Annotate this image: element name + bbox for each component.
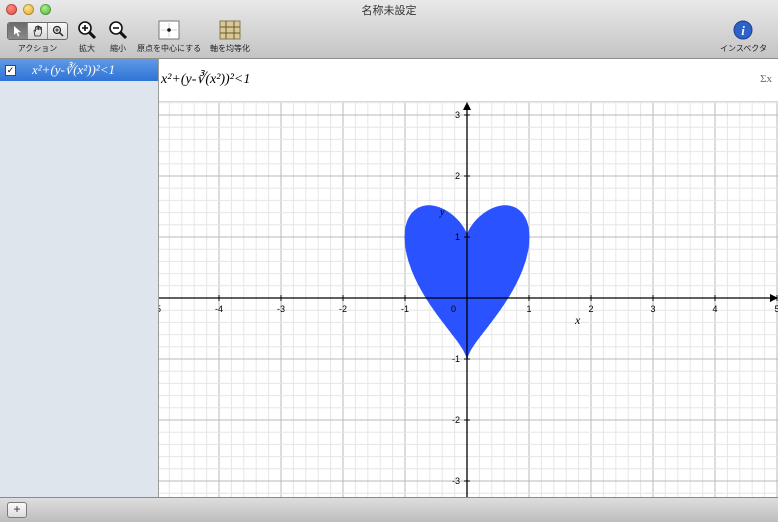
zoom-in-button[interactable]: 拡大 [76,20,98,54]
x-tick-label: 1 [526,304,531,314]
y-tick-label: 3 [455,110,460,120]
equation-text: x²+(y-∛(x²))²<1 [161,72,251,87]
equalize-axes-label: 軸を均等化 [210,44,250,53]
x-tick-label: 4 [712,304,717,314]
equation-checkbox[interactable]: ✓ [5,64,16,76]
x-tick-label: 2 [588,304,593,314]
add-equation-button[interactable]: + [7,502,27,518]
y-axis-label: y [439,207,445,218]
equation-list-item[interactable]: ✓ x²+(y-∛(x²))²<1 [0,59,158,81]
y-tick-label: -1 [452,354,460,364]
sigma-icon[interactable]: Σx [760,73,772,85]
zoom-in-icon [76,20,98,40]
zoom-out-label: 縮小 [110,44,126,53]
window-title: 名称未設定 [361,5,417,17]
equalize-axes-icon [219,20,241,40]
action-label: アクション [17,44,58,53]
pointer-icon[interactable] [8,23,28,39]
graph-canvas[interactable]: -5 -4 -3 -2 -1 1 2 3 4 5 3 2 1 0 -1 -2 -3 x y [159,102,778,497]
x-tick-label: -5 [159,304,161,314]
equation-list: ✓ x²+(y-∛(x²))²<1 [0,59,159,497]
zoom-out-icon [107,20,129,40]
magnifier-icon[interactable] [48,23,67,39]
x-tick-label: -4 [215,304,223,314]
action-tool-group: アクション [7,22,68,54]
y-tick-label: 0 [451,304,456,314]
y-tick-label: -2 [452,415,460,425]
graph-area: x²+(y-∛(x²))²<1 Σx -5 -4 -3 -2 -1 1 2 3 4 5 3 2 1 0 -1… [159,59,778,497]
zoom-out-button[interactable]: 縮小 [107,20,129,54]
center-origin-label: 原点を中心にする [137,44,202,53]
equation-editor[interactable]: x²+(y-∛(x²))²<1 Σx [159,59,778,102]
action-segmented-control [7,22,68,40]
equation-item-text: x²+(y-∛(x²))²<1 [32,62,115,77]
x-tick-label: 5 [774,304,778,314]
window: 名称未設定 アクション 拡大 縮小 原点を中心にする 軸を均等化 i インスペク… [0,0,778,522]
info-icon: i [732,20,754,40]
y-tick-label: 2 [455,171,460,181]
inspector-button[interactable]: i インスペクタ [720,20,767,54]
y-tick-label: 1 [455,232,460,242]
zoom-in-label: 拡大 [79,44,95,53]
equalize-axes-button[interactable]: 軸を均等化 [210,20,250,54]
inspector-label: インスペクタ [720,44,767,53]
toolbar: 名称未設定 アクション 拡大 縮小 原点を中心にする 軸を均等化 i インスペク… [0,0,778,59]
x-tick-label: 3 [650,304,655,314]
center-origin-icon [158,20,180,40]
svg-text:i: i [742,23,746,38]
x-axis-label: x [574,313,581,327]
hand-icon[interactable] [28,23,48,39]
x-tick-label: -3 [277,304,285,314]
center-origin-button[interactable]: 原点を中心にする [137,20,201,54]
y-tick-label: -3 [452,476,460,486]
x-tick-label: -1 [401,304,409,314]
x-tick-label: -2 [339,304,347,314]
bottom-bar: + [0,497,778,522]
